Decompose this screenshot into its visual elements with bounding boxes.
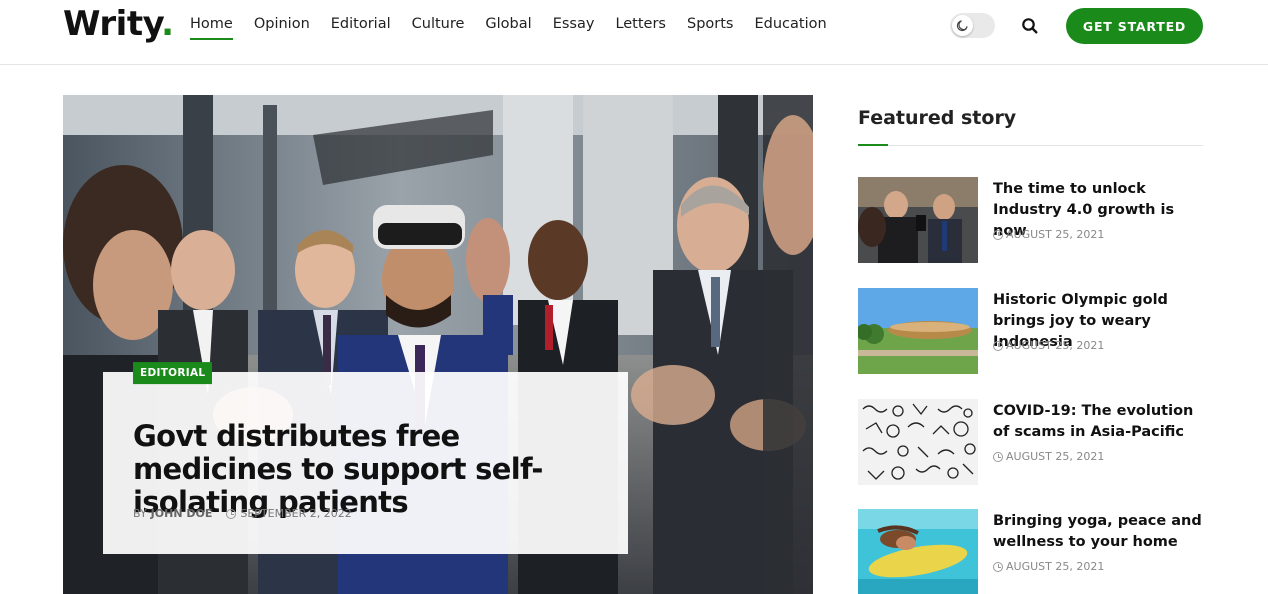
story-date-text: AUGUST 25, 2021 bbox=[1006, 560, 1105, 573]
clock-icon bbox=[226, 508, 237, 519]
category-badge[interactable]: EDITORIAL bbox=[133, 362, 213, 385]
clock-icon bbox=[993, 451, 1003, 462]
hero-meta: BY JOHN DOE SEPTEMBER 2, 2022 bbox=[133, 507, 352, 520]
story-date-text: AUGUST 25, 2021 bbox=[1006, 339, 1105, 352]
clock-icon bbox=[993, 340, 1003, 351]
by-label: BY bbox=[133, 507, 147, 520]
nav-item-education[interactable]: Education bbox=[754, 16, 826, 40]
story-thumbnail-image bbox=[858, 288, 978, 374]
story-date-text: AUGUST 25, 2021 bbox=[1006, 450, 1105, 463]
story-thumbnail-image bbox=[858, 399, 978, 485]
dark-mode-toggle[interactable] bbox=[950, 13, 995, 38]
author-link[interactable]: JOHN DOE bbox=[151, 507, 213, 520]
hero-date: SEPTEMBER 2, 2022 bbox=[240, 507, 352, 520]
featured-story-item[interactable]: Bringing yoga, peace and wellness to you… bbox=[858, 509, 1203, 594]
featured-story-item[interactable]: Historic Olympic gold brings joy to wear… bbox=[858, 288, 1203, 374]
story-title[interactable]: Bringing yoga, peace and wellness to you… bbox=[993, 511, 1203, 553]
nav-item-sports[interactable]: Sports bbox=[687, 16, 733, 40]
story-thumbnail[interactable] bbox=[858, 177, 978, 263]
nav-item-global[interactable]: Global bbox=[485, 16, 531, 40]
story-thumbnail-image bbox=[858, 177, 978, 263]
story-thumbnail[interactable] bbox=[858, 509, 978, 594]
nav-item-culture[interactable]: Culture bbox=[412, 16, 465, 40]
moon-icon bbox=[956, 20, 968, 32]
hero-article[interactable]: EDITORIAL Govt distributes free medicine… bbox=[63, 95, 813, 594]
sidebar-divider-accent bbox=[858, 144, 888, 146]
get-started-button[interactable]: GET STARTED bbox=[1066, 8, 1203, 44]
sidebar-title: Featured story bbox=[858, 107, 1017, 129]
site-header: Writy. Home Opinion Editorial Culture Gl… bbox=[0, 0, 1268, 65]
hero-title[interactable]: Govt distributes free medicines to suppo… bbox=[133, 420, 613, 519]
main-nav: Home Opinion Editorial Culture Global Es… bbox=[190, 16, 848, 40]
story-thumbnail[interactable] bbox=[858, 399, 978, 485]
nav-item-home[interactable]: Home bbox=[190, 16, 233, 40]
hero-card: EDITORIAL Govt distributes free medicine… bbox=[103, 362, 628, 554]
story-date: AUGUST 25, 2021 bbox=[993, 560, 1104, 573]
story-date: AUGUST 25, 2021 bbox=[993, 339, 1104, 352]
story-date-text: AUGUST 25, 2021 bbox=[1006, 228, 1105, 241]
logo-text: Writy bbox=[63, 4, 162, 44]
toggle-knob bbox=[952, 15, 973, 36]
clock-icon bbox=[993, 229, 1003, 240]
featured-story-item[interactable]: The time to unlock Industry 4.0 growth i… bbox=[858, 177, 1203, 263]
story-date: AUGUST 25, 2021 bbox=[993, 228, 1104, 241]
search-button[interactable] bbox=[1020, 16, 1040, 36]
nav-item-letters[interactable]: Letters bbox=[615, 16, 666, 40]
nav-item-opinion[interactable]: Opinion bbox=[254, 16, 310, 40]
nav-item-essay[interactable]: Essay bbox=[553, 16, 595, 40]
site-logo[interactable]: Writy. bbox=[63, 4, 174, 44]
story-title[interactable]: COVID-19: The evolution of scams in Asia… bbox=[993, 401, 1203, 443]
sidebar-divider bbox=[858, 145, 1203, 146]
story-thumbnail[interactable] bbox=[858, 288, 978, 374]
logo-dot: . bbox=[161, 4, 174, 44]
featured-story-item[interactable]: COVID-19: The evolution of scams in Asia… bbox=[858, 399, 1203, 485]
clock-icon bbox=[993, 561, 1003, 572]
nav-item-editorial[interactable]: Editorial bbox=[331, 16, 391, 40]
story-date: AUGUST 25, 2021 bbox=[993, 450, 1104, 463]
search-icon bbox=[1022, 18, 1038, 34]
story-thumbnail-image bbox=[858, 509, 978, 594]
